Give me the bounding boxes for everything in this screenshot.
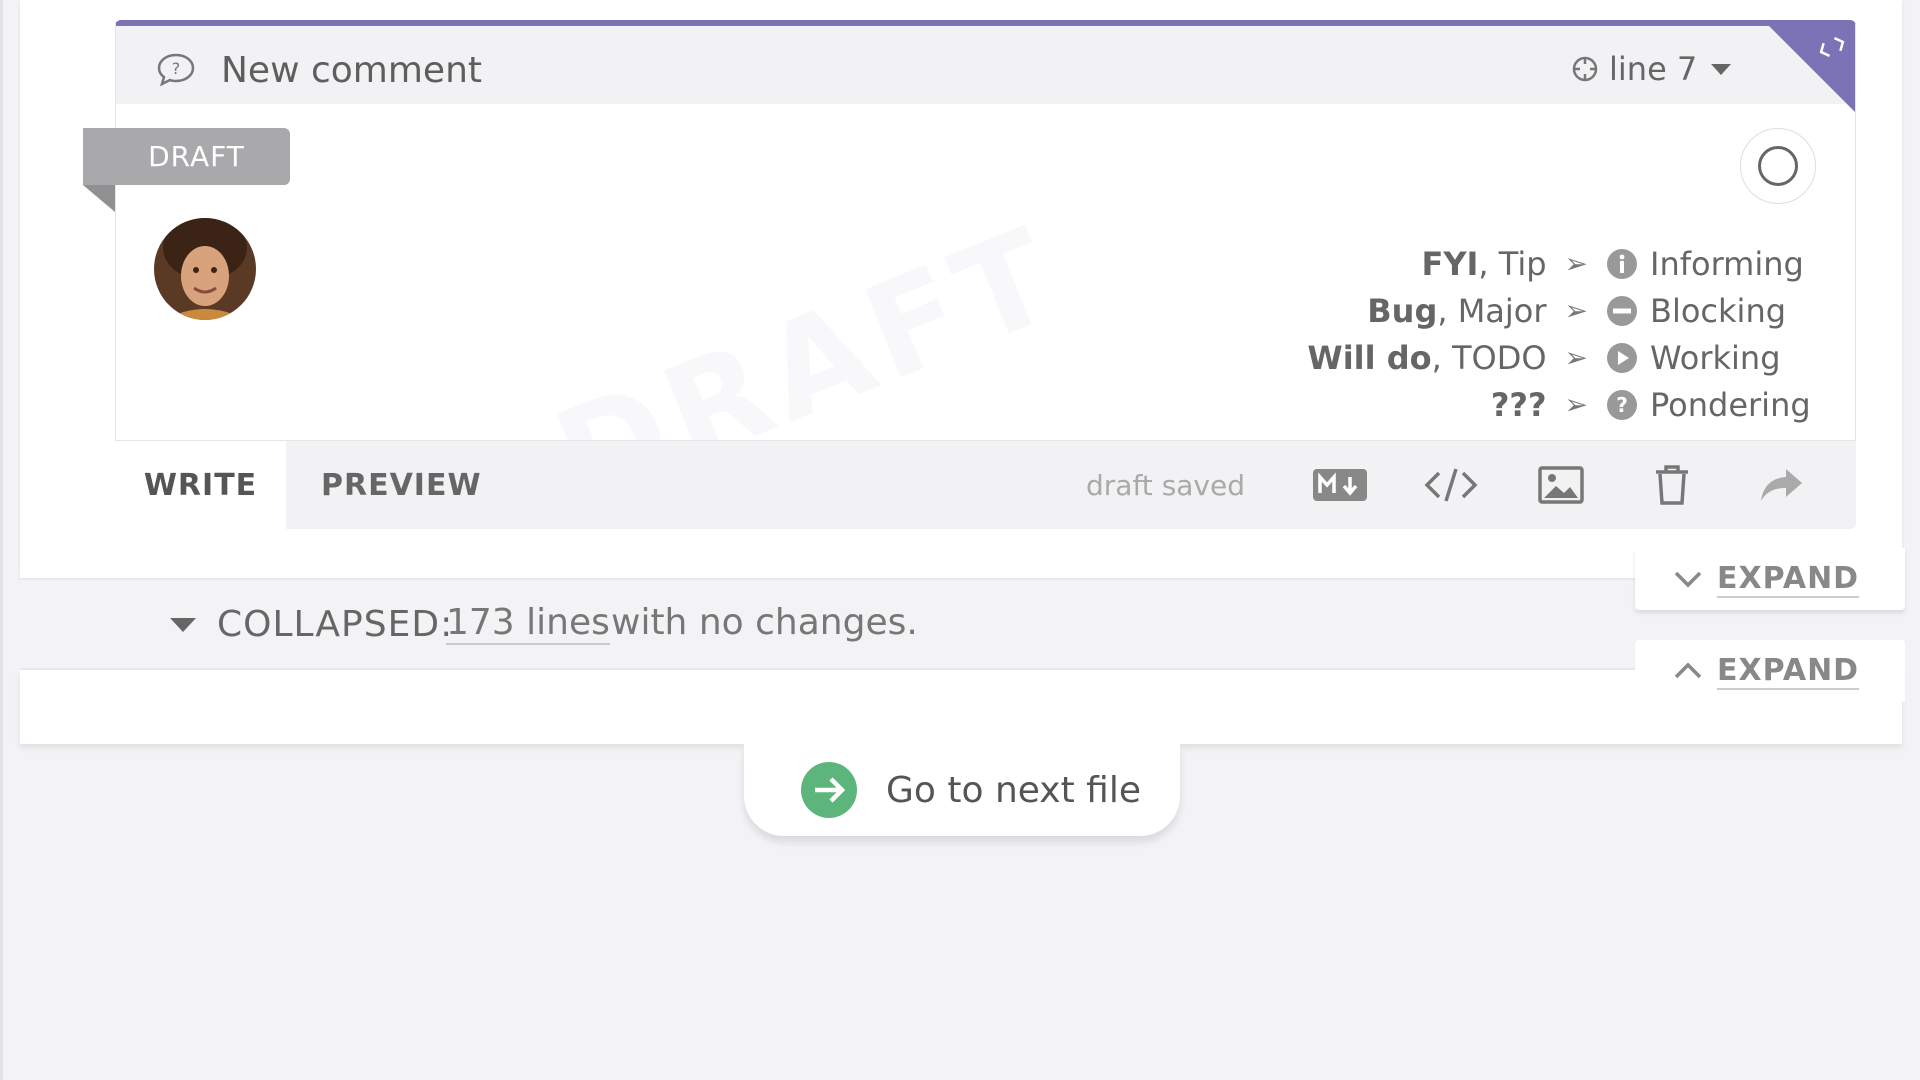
file-panel-footer: [20, 670, 1902, 744]
expand-up-button[interactable]: EXPAND: [1635, 640, 1905, 702]
trash-icon: [1656, 465, 1688, 505]
code-button[interactable]: [1421, 459, 1481, 511]
insert-image-button[interactable]: [1531, 459, 1591, 511]
share-forward-icon: [1761, 469, 1802, 501]
code-corner-icon: [1819, 36, 1845, 58]
crosshair-icon: [1572, 56, 1598, 82]
markdown-icon: [1313, 469, 1367, 501]
svg-text:?: ?: [172, 59, 181, 78]
legend-row: FYI, Tip ➢ Informing: [1421, 244, 1804, 283]
play-icon: [1607, 342, 1637, 373]
collapsed-description: with no changes.: [611, 602, 918, 643]
left-border: [0, 0, 3, 1080]
collapsed-label: COLLAPSED:: [217, 604, 454, 645]
comment-question-icon: ?: [157, 53, 195, 87]
avatar: [154, 218, 256, 320]
legend-row: ??? ➢ ? Pondering: [1490, 385, 1811, 424]
share-button[interactable]: [1751, 459, 1811, 511]
comment-toolbar: WRITE PREVIEW draft saved: [115, 440, 1856, 529]
svg-text:?: ?: [1616, 393, 1628, 417]
image-icon: [1538, 466, 1584, 504]
blocking-icon: [1607, 295, 1637, 326]
next-file-label: Go to next file: [886, 769, 1141, 811]
draft-badge: DRAFT: [83, 128, 290, 185]
chevron-down-icon: [1674, 571, 1702, 588]
line-selector[interactable]: line 7: [1571, 50, 1732, 88]
collapsed-lines-link[interactable]: 173 lines: [446, 602, 610, 645]
comment-header: ? New comment line 7: [116, 26, 1855, 112]
arrow-icon: ➢: [1564, 388, 1588, 421]
resolve-toggle[interactable]: [1740, 128, 1816, 204]
info-icon: [1607, 248, 1637, 279]
line-ref-label: line 7: [1609, 50, 1698, 88]
expand-down-button[interactable]: EXPAND: [1635, 548, 1905, 610]
tab-write[interactable]: WRITE: [115, 441, 286, 529]
code-icon: [1424, 468, 1478, 502]
caret-down-icon: [170, 618, 196, 632]
arrow-icon: ➢: [1564, 247, 1588, 280]
chevron-up-icon: [1674, 662, 1702, 679]
delete-button[interactable]: [1642, 459, 1702, 511]
legend-row: Bug, Major ➢ Blocking: [1367, 291, 1787, 330]
draft-saved-status: draft saved: [1086, 469, 1246, 502]
go-to-next-file-button[interactable]: Go to next file: [744, 744, 1180, 836]
circle-icon: [1758, 146, 1798, 186]
draft-badge-fold: [83, 185, 115, 212]
comment-type-legend: FYI, Tip ➢ Informing Bug, Major ➢ Blocki…: [1307, 240, 1810, 428]
chevron-down-icon: [1711, 63, 1732, 75]
arrow-right-circle-icon: [801, 762, 857, 818]
legend-row: Will do, TODO ➢ Working: [1307, 338, 1781, 377]
arrow-icon: ➢: [1564, 294, 1588, 327]
tab-preview[interactable]: PREVIEW: [321, 441, 482, 529]
collapsed-region[interactable]: COLLAPSED: 173 lines with no changes.: [20, 578, 1635, 670]
question-icon: ?: [1607, 389, 1637, 420]
comment-title: New comment: [221, 50, 482, 91]
markdown-button[interactable]: [1310, 459, 1370, 511]
arrow-icon: ➢: [1564, 341, 1588, 374]
